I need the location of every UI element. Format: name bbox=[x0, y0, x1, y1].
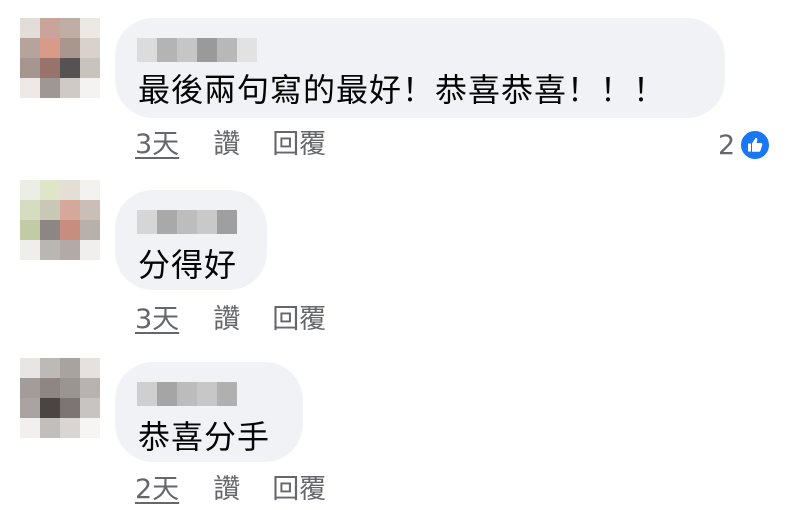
reaction-summary[interactable]: 2 bbox=[718, 128, 772, 162]
comment-actions: 3天 讚 回覆 bbox=[135, 304, 326, 336]
like-button[interactable]: 讚 bbox=[213, 304, 240, 335]
comment-bubble: 分得好 bbox=[115, 190, 267, 290]
reply-button[interactable]: 回覆 bbox=[272, 474, 326, 505]
reaction-count: 2 bbox=[718, 129, 736, 161]
like-button[interactable]: 讚 bbox=[213, 129, 240, 160]
avatar[interactable] bbox=[20, 180, 100, 260]
timestamp-link[interactable]: 3天 bbox=[135, 129, 179, 160]
reply-button[interactable]: 回覆 bbox=[272, 129, 326, 160]
comment-actions: 3天 讚 回覆 bbox=[135, 129, 326, 161]
comment-bubble: 最後兩句寫的最好！恭喜恭喜！！！ bbox=[115, 18, 725, 118]
timestamp-link[interactable]: 2天 bbox=[135, 474, 179, 505]
reply-button[interactable]: 回覆 bbox=[272, 304, 326, 335]
author-name[interactable] bbox=[137, 210, 237, 234]
avatar[interactable] bbox=[20, 18, 100, 98]
comment-bubble: 恭喜分手 bbox=[115, 362, 303, 462]
comment-text: 恭喜分手 bbox=[138, 418, 271, 456]
timestamp-link[interactable]: 3天 bbox=[135, 304, 179, 335]
author-name[interactable] bbox=[137, 38, 262, 62]
avatar[interactable] bbox=[20, 358, 100, 438]
comment-actions: 2天 讚 回覆 bbox=[135, 474, 326, 506]
author-name[interactable] bbox=[137, 382, 237, 406]
like-icon bbox=[739, 129, 772, 161]
like-button[interactable]: 讚 bbox=[213, 474, 240, 505]
comment-text: 最後兩句寫的最好！恭喜恭喜！！！ bbox=[138, 71, 667, 109]
comment-text: 分得好 bbox=[138, 246, 238, 284]
